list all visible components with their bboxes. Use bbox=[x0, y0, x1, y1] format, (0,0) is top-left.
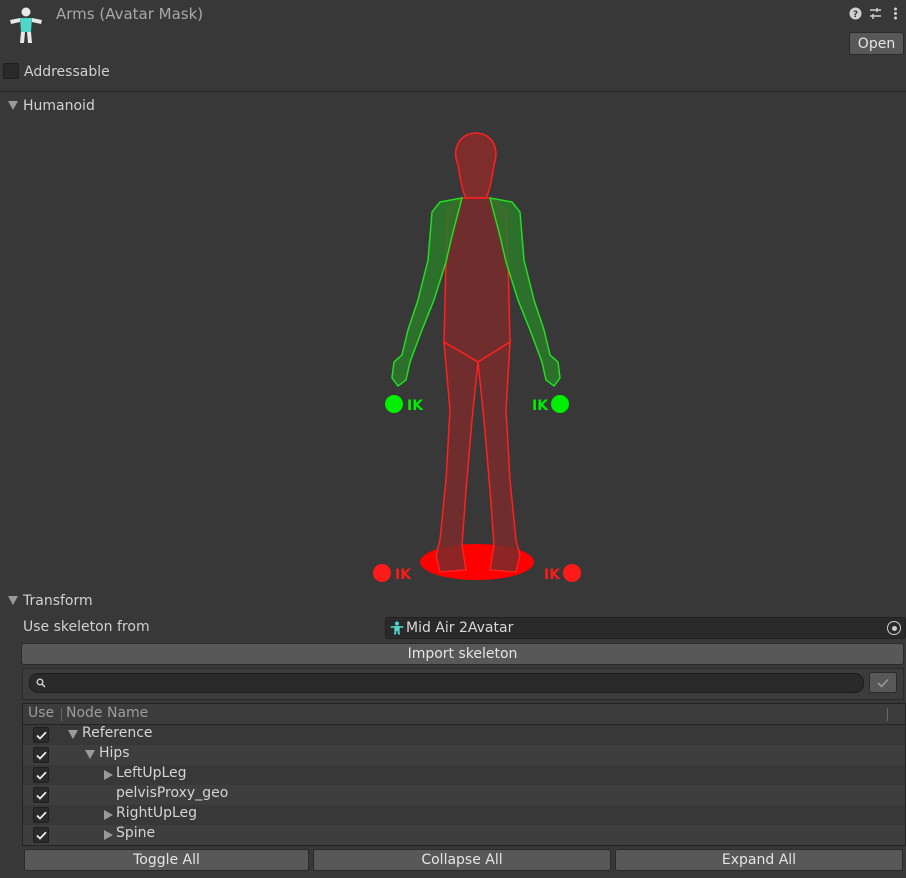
foldout-arrow-icon bbox=[8, 596, 18, 605]
collapsed-arrow-icon[interactable] bbox=[104, 830, 113, 840]
use-checkbox[interactable] bbox=[33, 827, 49, 843]
collapse-all-button[interactable]: Collapse All bbox=[313, 849, 611, 871]
divider bbox=[0, 91, 906, 92]
column-divider[interactable] bbox=[887, 708, 888, 721]
left-hand-ik-label: IK bbox=[407, 398, 424, 414]
avatar-icon bbox=[390, 621, 404, 635]
checkmark-icon bbox=[35, 771, 47, 780]
column-divider[interactable] bbox=[61, 708, 62, 721]
use-checkbox[interactable] bbox=[33, 747, 49, 763]
tree-row[interactable]: LeftUpLeg bbox=[23, 765, 905, 785]
avatar-mask-icon bbox=[10, 7, 42, 43]
use-checkbox[interactable] bbox=[33, 807, 49, 823]
tree-row[interactable]: Spine bbox=[23, 825, 905, 845]
humanoid-label: Humanoid bbox=[23, 98, 95, 114]
skeleton-row: Use skeleton from Mid Air 2Avatar bbox=[0, 617, 906, 639]
skeleton-object-field[interactable]: Mid Air 2Avatar bbox=[385, 617, 906, 639]
skeleton-value: Mid Air 2Avatar bbox=[406, 620, 514, 636]
expanded-arrow-icon[interactable] bbox=[68, 730, 78, 739]
toggle-all-button[interactable]: Toggle All bbox=[24, 849, 309, 871]
body-part-right-leg[interactable] bbox=[477, 340, 521, 573]
inspector-header: Arms (Avatar Mask) ? Open bbox=[0, 0, 906, 62]
kebab-menu-icon[interactable] bbox=[888, 6, 902, 20]
right-hand-ik-label: IK bbox=[532, 398, 549, 414]
tree-row[interactable]: Reference bbox=[23, 725, 905, 745]
search-icon bbox=[36, 678, 46, 688]
transform-label: Transform bbox=[23, 593, 93, 609]
node-name: LeftUpLeg bbox=[116, 765, 187, 781]
checkmark-icon bbox=[35, 791, 47, 800]
search-bar bbox=[22, 668, 904, 700]
expanded-arrow-icon[interactable] bbox=[85, 750, 95, 759]
foldout-arrow-icon bbox=[8, 101, 18, 110]
column-node-name[interactable]: Node Name bbox=[66, 705, 148, 721]
checkmark-icon bbox=[35, 731, 47, 740]
open-button[interactable]: Open bbox=[849, 32, 904, 55]
skeleton-label: Use skeleton from bbox=[23, 619, 150, 635]
humanoid-foldout[interactable]: Humanoid bbox=[0, 97, 906, 119]
body-part-head[interactable] bbox=[455, 132, 497, 199]
help-icon[interactable]: ? bbox=[848, 6, 862, 20]
addressable-checkbox[interactable] bbox=[3, 63, 19, 79]
right-foot-ik-label: IK bbox=[544, 567, 561, 583]
left-hand-ik-dot[interactable] bbox=[385, 395, 403, 413]
column-use[interactable]: Use bbox=[28, 705, 54, 721]
expand-all-button[interactable]: Expand All bbox=[615, 849, 903, 871]
collapsed-arrow-icon[interactable] bbox=[104, 810, 113, 820]
right-hand-ik-dot[interactable] bbox=[551, 395, 569, 413]
checkmark-icon bbox=[877, 678, 889, 688]
object-picker-icon[interactable] bbox=[887, 621, 901, 635]
tree-buttons: Toggle All Collapse All Expand All bbox=[24, 849, 904, 871]
addressable-label: Addressable bbox=[24, 64, 110, 80]
node-tree: Use Node Name Reference Hips LeftUpLeg pelv… bbox=[22, 703, 906, 846]
node-name: Spine bbox=[116, 825, 156, 841]
collapsed-arrow-icon[interactable] bbox=[104, 770, 113, 780]
tree-row[interactable]: pelvisProxy_geo bbox=[23, 785, 905, 805]
tree-header: Use Node Name bbox=[23, 704, 905, 725]
use-checkbox[interactable] bbox=[33, 767, 49, 783]
tree-row[interactable]: Hips bbox=[23, 745, 905, 765]
node-name: Reference bbox=[82, 725, 153, 741]
left-foot-ik-label: IK bbox=[395, 567, 412, 583]
use-checkbox[interactable] bbox=[33, 727, 49, 743]
body-part-left-leg[interactable] bbox=[435, 340, 479, 573]
checkmark-icon bbox=[35, 751, 47, 760]
svg-text:?: ? bbox=[852, 10, 857, 20]
tree-row[interactable]: RightUpLeg bbox=[23, 805, 905, 825]
right-foot-ik-dot[interactable] bbox=[563, 564, 581, 582]
left-foot-ik-dot[interactable] bbox=[373, 564, 391, 582]
import-skeleton-button[interactable]: Import skeleton bbox=[21, 643, 904, 665]
humanoid-body-view: IK IK IK IK bbox=[373, 132, 581, 583]
addressable-row: Addressable bbox=[0, 62, 906, 90]
node-name: pelvisProxy_geo bbox=[116, 785, 229, 801]
presets-icon[interactable] bbox=[868, 6, 882, 20]
search-input[interactable] bbox=[29, 673, 864, 693]
checkmark-icon bbox=[35, 831, 47, 840]
transform-foldout[interactable]: Transform bbox=[0, 592, 906, 614]
use-checkbox[interactable] bbox=[33, 787, 49, 803]
search-apply-button[interactable] bbox=[869, 672, 897, 693]
node-name: Hips bbox=[99, 745, 130, 761]
asset-title: Arms (Avatar Mask) bbox=[56, 5, 204, 23]
checkmark-icon bbox=[35, 811, 47, 820]
node-name: RightUpLeg bbox=[116, 805, 198, 821]
